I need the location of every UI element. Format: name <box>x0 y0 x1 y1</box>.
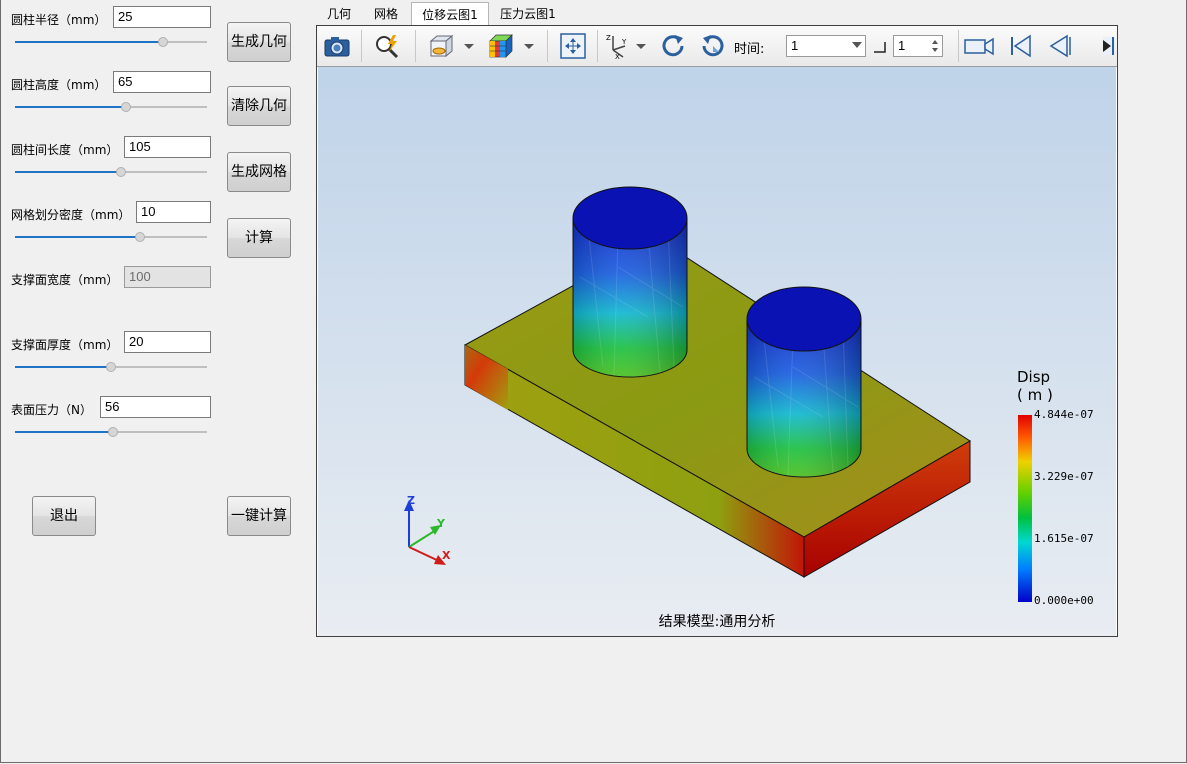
slider-fill <box>15 366 111 368</box>
legend-tick: 1.615e-07 <box>1034 532 1094 545</box>
slider-track <box>111 366 207 368</box>
clear-geometry-button[interactable]: 清除几何 <box>227 86 291 126</box>
pressure-slider[interactable] <box>15 426 207 438</box>
step-spinbox-value: 1 <box>898 38 906 53</box>
slider-track <box>140 236 207 238</box>
height-input[interactable]: 65 <box>113 71 211 93</box>
legend-tick: 4.844e-07 <box>1034 408 1094 421</box>
tab-geometry[interactable]: 几何 <box>316 2 362 26</box>
view-box-icon[interactable] <box>427 32 455 60</box>
axis-y-label: Y <box>436 517 446 530</box>
axis-x-label: X <box>442 549 451 562</box>
exit-button[interactable]: 退出 <box>32 496 96 536</box>
height-label: 圆柱高度（mm） <box>11 78 107 92</box>
slider-fill <box>15 41 163 43</box>
model-viewport[interactable]: Z Y X Disp ( m ) 4.844e-07 3.229e-07 1.6… <box>318 67 1116 636</box>
time-label: 时间: <box>734 42 765 57</box>
spacing-label: 圆柱间长度（mm） <box>11 143 119 157</box>
spin-down-icon[interactable] <box>932 48 938 52</box>
result-viewer: Z Y X 时间: 1 1 Z Y X Disp (m) 4.844e-07… <box>316 25 1118 637</box>
support-thickness-label: 支撑面厚度（mm） <box>11 338 119 352</box>
camera-icon[interactable] <box>323 32 351 60</box>
rotate-ccw-icon[interactable] <box>699 32 727 60</box>
radius-input[interactable]: 25 <box>113 6 211 28</box>
slider-fill <box>15 106 126 108</box>
axes-icon[interactable]: Z Y X <box>601 32 629 60</box>
slider-track <box>113 431 207 433</box>
slider-track <box>163 41 207 43</box>
previous-frame-icon[interactable] <box>1047 32 1075 60</box>
orientation-axes <box>404 500 446 565</box>
svg-text:X: X <box>615 53 620 60</box>
legend-tick: 0.000e+00 <box>1034 594 1094 607</box>
color-cube-dropdown-icon[interactable] <box>522 39 536 53</box>
svg-text:Y: Y <box>621 38 627 46</box>
first-frame-icon[interactable] <box>1007 32 1035 60</box>
radius-label: 圆柱半径（mm） <box>11 13 107 27</box>
tab-displacement[interactable]: 位移云图1 <box>411 2 489 26</box>
svg-text:Z: Z <box>606 34 611 42</box>
slider-track <box>126 106 207 108</box>
spin-up-icon[interactable] <box>932 40 938 44</box>
legend-color-bar <box>1018 415 1032 602</box>
tab-pressure[interactable]: 压力云图1 <box>491 2 565 26</box>
result-tabs: 几何 网格 位移云图1 压力云图1 <box>316 2 1118 26</box>
view-box-dropdown-icon[interactable] <box>462 39 476 53</box>
rotate-cw-icon[interactable] <box>659 32 687 60</box>
record-video-icon[interactable] <box>963 32 995 60</box>
mesh-density-slider[interactable] <box>15 231 207 243</box>
next-frame-icon[interactable] <box>1099 32 1115 60</box>
mesh-density-input[interactable]: 10 <box>136 201 211 223</box>
slider-track <box>121 171 207 173</box>
spacing-slider[interactable] <box>15 166 207 178</box>
fit-view-icon[interactable] <box>559 32 587 60</box>
pressure-label: 表面压力（N） <box>11 403 92 417</box>
support-thickness-input[interactable]: 20 <box>124 331 211 353</box>
support-width-input: 100 <box>124 266 211 288</box>
slider-handle[interactable] <box>158 37 168 47</box>
cylinder-right <box>746 286 862 478</box>
compute-button[interactable]: 计算 <box>227 218 291 258</box>
slider-fill <box>15 171 121 173</box>
viewer-toolbar: Z Y X 时间: 1 1 <box>317 26 1117 67</box>
slider-handle[interactable] <box>121 102 131 112</box>
one-click-compute-button[interactable]: 一键计算 <box>227 496 291 536</box>
time-select[interactable]: 1 <box>786 35 866 57</box>
slider-handle[interactable] <box>135 232 145 242</box>
cylinder-left <box>572 186 688 378</box>
slider-handle[interactable] <box>116 167 126 177</box>
support-thickness-slider[interactable] <box>15 361 207 373</box>
height-slider[interactable] <box>15 101 207 113</box>
step-spinbox[interactable]: 1 <box>893 35 943 57</box>
slider-fill <box>15 236 140 238</box>
legend-tick: 3.229e-07 <box>1034 470 1094 483</box>
slider-fill <box>15 431 113 433</box>
axes-dropdown-icon[interactable] <box>634 39 648 53</box>
chevron-down-icon <box>852 42 862 48</box>
slider-handle[interactable] <box>108 427 118 437</box>
tab-mesh[interactable]: 网格 <box>362 2 410 26</box>
time-select-value: 1 <box>791 38 799 53</box>
pressure-input[interactable]: 56 <box>100 396 211 418</box>
mesh-density-label: 网格划分密度（mm） <box>11 208 131 222</box>
legend-unit: ( m ) <box>1017 386 1053 404</box>
support-width-label: 支撑面宽度（mm） <box>11 273 119 287</box>
generate-mesh-button[interactable]: 生成网格 <box>227 152 291 192</box>
color-cube-icon[interactable] <box>487 32 515 60</box>
legend-title: Disp <box>1017 368 1051 386</box>
generate-geometry-button[interactable]: 生成几何 <box>227 22 291 62</box>
result-caption: 结果模型:通用分析 <box>658 614 776 630</box>
spacing-input[interactable]: 105 <box>124 136 211 158</box>
radius-slider[interactable] <box>15 36 207 48</box>
step-corner-icon <box>874 42 886 53</box>
zoom-icon[interactable] <box>373 32 401 60</box>
axis-z-label: Z <box>407 494 415 507</box>
slider-handle[interactable] <box>106 362 116 372</box>
fem-model-render: Z Y X <box>404 186 1032 602</box>
